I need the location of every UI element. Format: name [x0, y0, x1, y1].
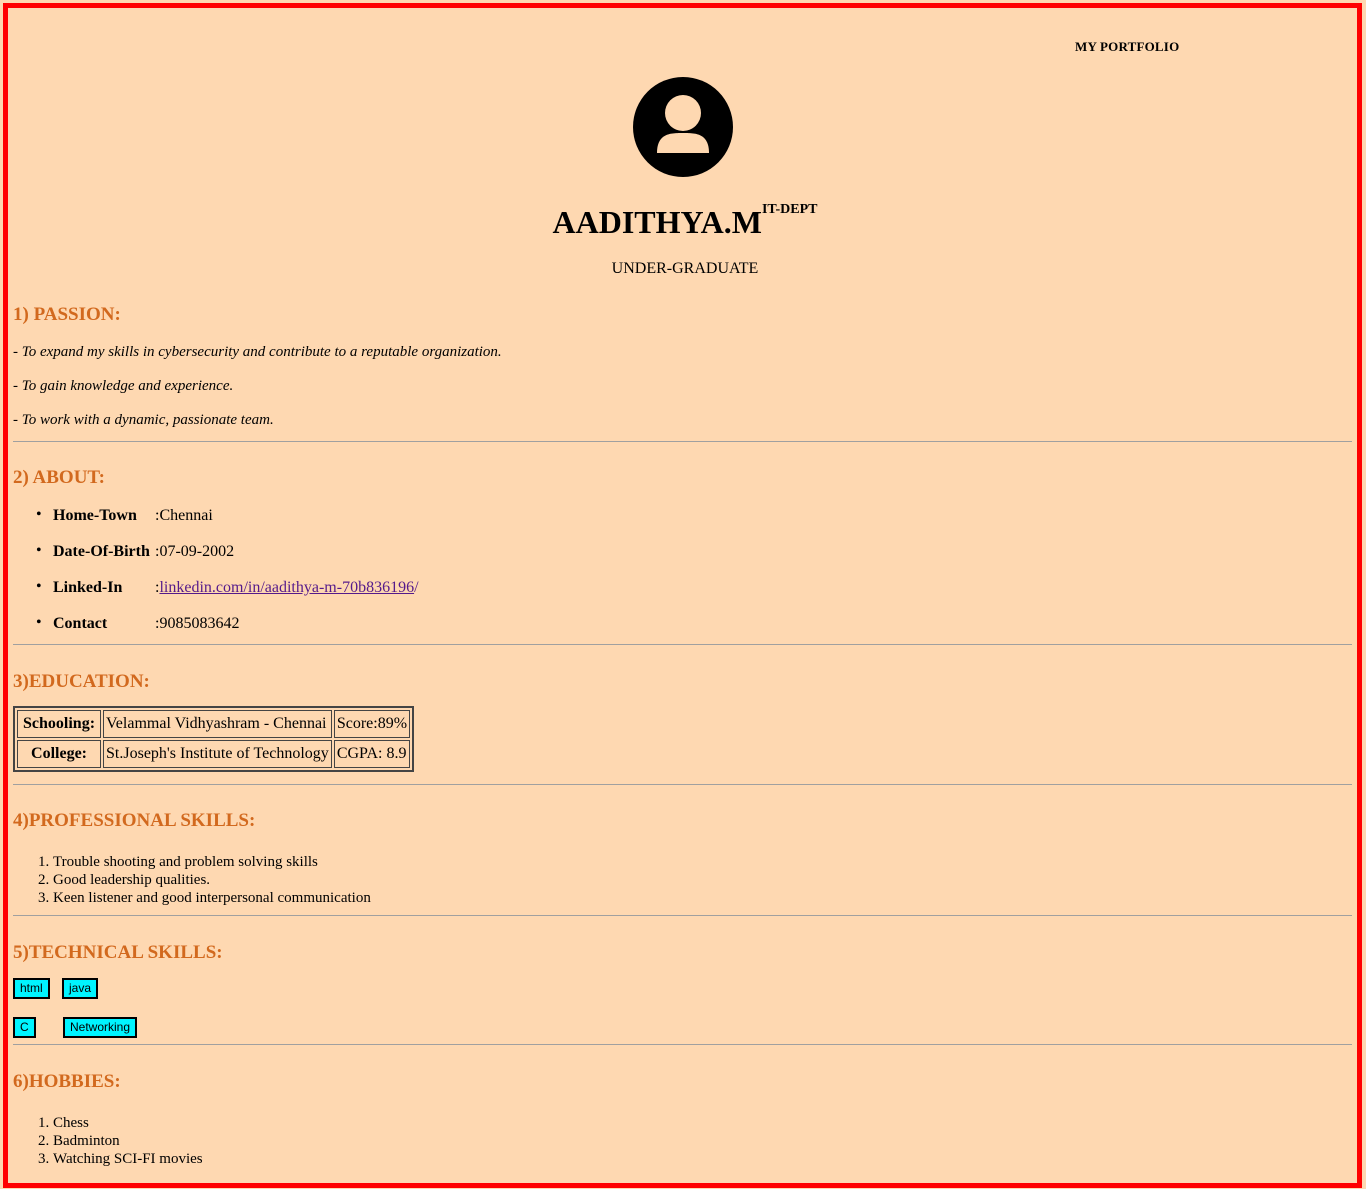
hobbies-list: Chess Badminton Watching SCI-FI movies: [13, 1114, 203, 1168]
passion-item: - To gain knowledge and experience.: [13, 378, 234, 394]
about-key: Date-Of-Birth: [53, 543, 150, 560]
section-divider: [13, 915, 1352, 916]
skill-tag-c: C: [13, 1017, 36, 1038]
profile-dept: IT-DEPT: [761, 202, 818, 217]
skill-tag-java: java: [62, 978, 99, 999]
education-label: Schooling:: [17, 710, 102, 738]
list-item: Good leadership qualities.: [53, 871, 371, 889]
skill-tag-networking: Networking: [63, 1017, 138, 1038]
about-key: Home-Town: [53, 507, 137, 524]
hobbies-heading: 6)HOBBIES:: [13, 1071, 121, 1092]
section-divider: [13, 441, 1352, 442]
education-score: Score:89%: [333, 710, 411, 738]
linkedin-link[interactable]: linkedin.com/in/aadithya-m-70b836196: [159, 579, 414, 597]
about-key: Contact: [53, 615, 108, 632]
about-value: 9085083642: [159, 615, 240, 632]
education-heading: 3)EDUCATION:: [13, 671, 150, 692]
education-table: Schooling: Velammal Vidhyashram - Chenna…: [13, 706, 415, 772]
table-row: College: St.Joseph's Institute of Techno…: [17, 740, 411, 768]
bullet-icon: •: [36, 578, 42, 595]
about-value: 07-09-2002: [159, 543, 235, 560]
profile-name-heading: AADITHYA.MIT-DEPT: [13, 202, 1357, 241]
education-label: College:: [17, 740, 102, 768]
education-institution: Velammal Vidhyashram - Chennai: [103, 710, 332, 738]
about-item-contact: • Contact :9085083642: [36, 614, 240, 633]
section-divider: [13, 784, 1352, 785]
linkedin-suffix: /: [414, 579, 419, 596]
about-item-linked-in: • Linked-In : linkedin.com/in/aadithya-m-…: [36, 578, 419, 597]
about-item-home-town: • Home-Town : Chennai: [36, 506, 213, 525]
list-item: Trouble shooting and problem solving ski…: [53, 853, 371, 871]
profile-name: AADITHYA.M: [552, 204, 762, 240]
bullet-icon: •: [36, 614, 42, 631]
passion-item: - To expand my skills in cybersecurity a…: [13, 344, 502, 360]
bullet-icon: •: [36, 542, 42, 559]
bullet-icon: •: [36, 506, 42, 523]
technical-skills-heading: 5)TECHNICAL SKILLS:: [13, 942, 223, 963]
education-institution: St.Joseph's Institute of Technology: [103, 740, 332, 768]
education-score: CGPA: 8.9: [333, 740, 411, 768]
nav-my-portfolio[interactable]: MY PORTFOLIO: [1075, 39, 1179, 55]
professional-skills-heading: 4)PROFESSIONAL SKILLS:: [13, 810, 256, 831]
profile-level: UNDER-GRADUATE: [611, 260, 759, 277]
section-divider: [13, 644, 1352, 645]
skill-tag-html: html: [13, 978, 50, 999]
about-item-date-of-birth: • Date-Of-Birth :07-09-2002: [36, 542, 235, 561]
about-key: Linked-In: [53, 579, 123, 596]
section-divider: [13, 1044, 1352, 1045]
passion-item: - To work with a dynamic, passionate tea…: [13, 412, 274, 428]
list-item: Chess: [53, 1114, 203, 1132]
about-heading: 2) ABOUT:: [13, 467, 106, 488]
list-item: Keen listener and good interpersonal com…: [53, 889, 371, 907]
page-frame: MY PORTFOLIO AADITHYA.MIT-DEPT UNDER-GRA…: [3, 3, 1362, 1188]
list-item: Badminton: [53, 1132, 203, 1150]
about-value: Chennai: [159, 507, 213, 524]
user-avatar-icon: [633, 77, 733, 177]
passion-heading: 1) PASSION:: [13, 304, 121, 325]
professional-skills-list: Trouble shooting and problem solving ski…: [13, 853, 371, 907]
table-row: Schooling: Velammal Vidhyashram - Chenna…: [17, 710, 411, 738]
list-item: Watching SCI-FI movies: [53, 1150, 203, 1168]
